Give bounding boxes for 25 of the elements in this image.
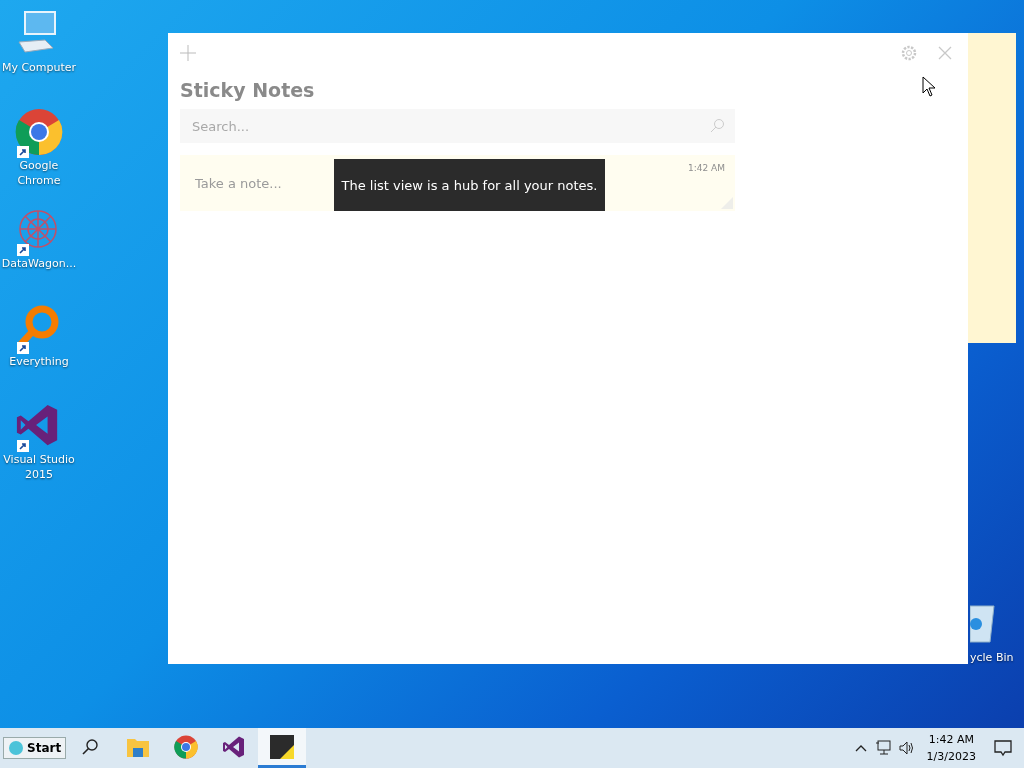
- chrome-icon: [15, 108, 63, 156]
- chrome-icon: [174, 734, 199, 759]
- computer-icon: [15, 10, 59, 54]
- start-button[interactable]: Start: [3, 737, 67, 759]
- note-time: 1:42 AM: [688, 163, 725, 173]
- tooltip: The list view is a hub for all your notes.: [334, 159, 605, 211]
- sticky-note-icon: [270, 734, 295, 759]
- note-card[interactable]: Take a note... 1:42 AM The list view is a hub for all your notes.: [180, 155, 735, 211]
- note-placeholder: Take a note...: [195, 175, 282, 191]
- search-icon: [709, 118, 725, 134]
- window-title: Sticky Notes: [180, 79, 315, 101]
- search-icon: [81, 737, 100, 756]
- chevron-up-icon[interactable]: [854, 744, 867, 752]
- taskbar-app-button[interactable]: [258, 728, 307, 768]
- clock-time[interactable]: 1:42 AM: [928, 731, 974, 748]
- search-input[interactable]: Search...: [190, 117, 709, 135]
- clock-date[interactable]: 1/3/2023: [926, 748, 976, 765]
- search-field[interactable]: Search...: [180, 109, 735, 143]
- notification-icon[interactable]: [994, 739, 1012, 757]
- mouse-cursor-icon: [922, 76, 936, 97]
- network-icon[interactable]: [874, 740, 891, 756]
- visual-studio-icon: [222, 734, 247, 759]
- globe-icon: [8, 740, 24, 756]
- speaker-icon[interactable]: [898, 740, 915, 756]
- desktop-icon-label[interactable]: ycle Bin: [970, 650, 1014, 665]
